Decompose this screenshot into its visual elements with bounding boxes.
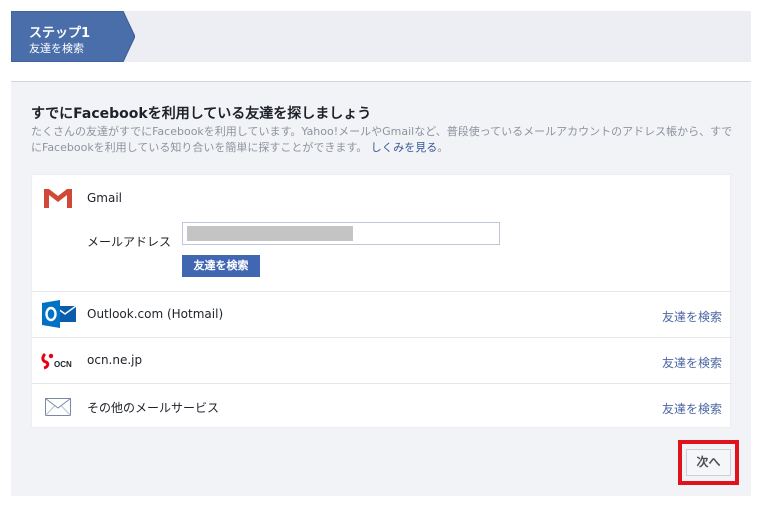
ocn-logo-text: OCN [54,360,72,369]
provider-row-outlook[interactable]: Outlook.com (Hotmail) 友達を検索 [32,291,732,337]
step-subtitle: 友達を検索 [29,42,84,55]
provider-row-gmail: Gmail メールアドレス 友達を検索 [32,175,732,291]
find-friends-panel: すでにFacebookを利用している友達を探しましょう たくさんの友達がすでにF… [11,82,751,496]
learn-more-link[interactable]: しくみを見る [371,141,437,154]
gmail-icon [42,186,74,210]
outlook-icon [42,300,77,328]
email-label: メールアドレス [87,235,172,249]
gmail-label: Gmail [87,191,123,205]
gmail-find-friends-button[interactable]: 友達を検索 [182,255,260,277]
outlook-find-friends-link[interactable]: 友達を検索 [662,308,722,325]
other-email-label: その他のメールサービス [87,401,220,415]
email-field[interactable] [182,222,500,245]
ocn-label: ocn.ne.jp [87,353,143,367]
outlook-label: Outlook.com (Hotmail) [87,307,224,321]
description: たくさんの友達がすでにFacebookを利用しています。Yahoo!メールやGm… [31,124,741,156]
masked-email-value [187,226,353,241]
other-find-friends-link[interactable]: 友達を検索 [662,400,722,417]
envelope-icon [45,398,71,416]
step-title: ステップ1 [29,26,91,41]
ocn-icon: OCN [41,352,81,370]
provider-list: Gmail メールアドレス 友達を検索 Outlook.com (Hotmail… [31,174,732,429]
page-title: すでにFacebookを利用している友達を探しましょう [31,106,372,122]
next-button[interactable]: 次へ [686,449,731,476]
provider-row-ocn[interactable]: OCN ocn.ne.jp 友達を検索 [32,337,732,383]
step-bar: ステップ1 友達を検索 [11,11,751,62]
description-period: 。 [437,141,449,154]
provider-row-other[interactable]: その他のメールサービス 友達を検索 [32,383,732,429]
ocn-find-friends-link[interactable]: 友達を検索 [662,354,722,371]
step-tab: ステップ1 友達を検索 [11,11,135,62]
